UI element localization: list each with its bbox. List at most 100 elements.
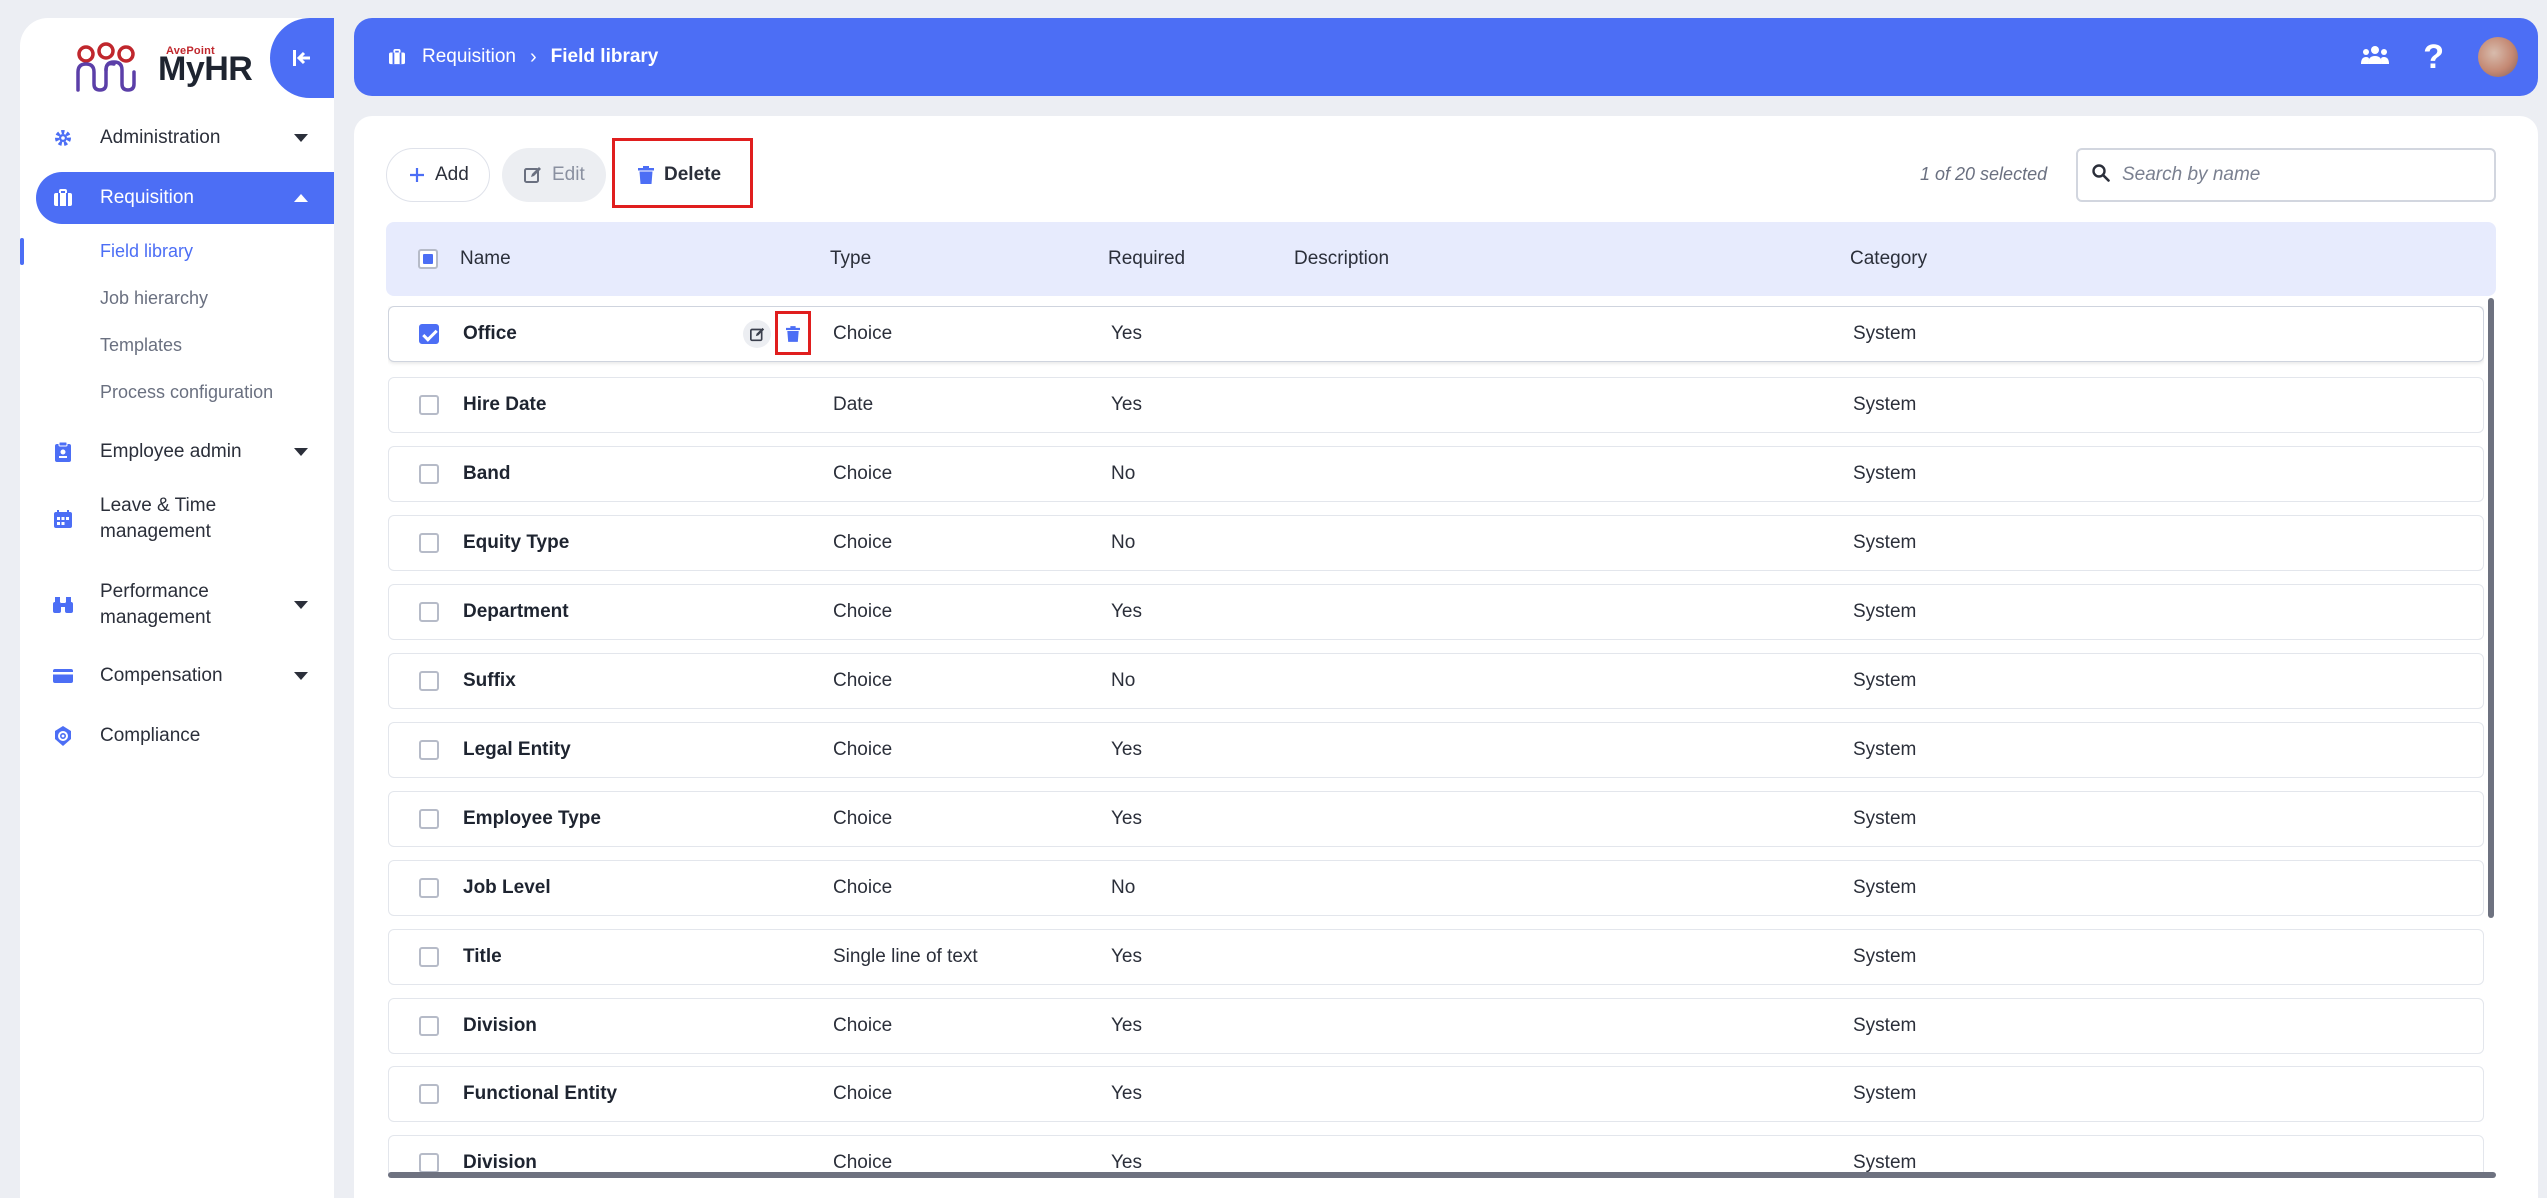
cell-type: Choice	[833, 463, 893, 484]
cell-name: Equity Type	[463, 532, 570, 553]
column-header-description[interactable]: Description	[1294, 222, 1389, 296]
search-box[interactable]	[2076, 148, 2496, 202]
cell-category: System	[1853, 670, 1917, 691]
cell-required: Yes	[1111, 1083, 1142, 1104]
edit-button[interactable]: Edit	[502, 148, 606, 202]
brand-logo[interactable]: AvePoint MyHR	[72, 34, 253, 104]
sidebar-item-label: Administration	[100, 127, 221, 148]
row-delete-highlight	[775, 311, 811, 355]
table-row[interactable]: Equity Type Choice No System	[388, 515, 2484, 571]
table-row[interactable]: Suffix Choice No System	[388, 653, 2484, 709]
select-all-checkbox[interactable]	[418, 249, 438, 269]
sidebar-subitem-label: Job hierarchy	[100, 288, 209, 308]
sidebar-subitem-job-hierarchy[interactable]: Job hierarchy	[20, 275, 334, 322]
table-row[interactable]: Division Choice Yes System	[388, 998, 2484, 1054]
sidebar-item-label: Employee admin	[100, 441, 242, 462]
sidebar-item-requisition[interactable]: Requisition	[36, 172, 334, 224]
chevron-down-icon	[294, 134, 308, 142]
cell-name: Office	[463, 323, 517, 344]
team-icon[interactable]	[2361, 45, 2390, 70]
sidebar-subitem-label: Field library	[100, 241, 194, 261]
table-row[interactable]: Band Choice No System	[388, 446, 2484, 502]
row-checkbox[interactable]	[419, 324, 439, 344]
help-icon[interactable]: ?	[2423, 40, 2444, 74]
cell-required: No	[1111, 670, 1136, 691]
plus-icon	[409, 167, 425, 183]
breadcrumb-field-library: Field library	[550, 46, 659, 67]
cell-name: Legal Entity	[463, 739, 571, 760]
row-checkbox[interactable]	[419, 395, 439, 415]
row-checkbox[interactable]	[419, 1016, 439, 1036]
row-checkbox[interactable]	[419, 602, 439, 622]
edit-icon	[749, 327, 764, 341]
table-row[interactable]: Hire Date Date Yes System	[388, 377, 2484, 433]
sidebar-item-label: Compensation	[100, 665, 223, 686]
row-checkbox[interactable]	[419, 533, 439, 553]
table-row[interactable]: Division Choice Yes System	[388, 1135, 2484, 1176]
row-checkbox[interactable]	[419, 878, 439, 898]
cell-type: Choice	[833, 739, 893, 760]
row-checkbox[interactable]	[419, 671, 439, 691]
cell-required: Yes	[1111, 808, 1142, 829]
search-input[interactable]	[2122, 164, 2482, 186]
sidebar-subitem-process-configuration[interactable]: Process configuration	[20, 369, 334, 416]
table-row[interactable]: Employee Type Choice Yes System	[388, 791, 2484, 847]
collapse-sidebar-button[interactable]	[270, 18, 334, 98]
briefcase-icon	[52, 187, 74, 209]
sidebar-item-administration[interactable]: Administration	[20, 114, 334, 162]
row-checkbox[interactable]	[419, 1084, 439, 1104]
delete-button-highlight	[612, 138, 753, 208]
search-icon	[2092, 163, 2110, 187]
cell-required: No	[1111, 463, 1136, 484]
cell-category: System	[1853, 1083, 1917, 1104]
cell-required: Yes	[1111, 394, 1142, 415]
add-button-label: Add	[435, 164, 469, 185]
sidebar-item-compensation[interactable]: Compensation	[20, 652, 334, 700]
vertical-scrollbar[interactable]	[2488, 298, 2494, 918]
table-row[interactable]: Legal Entity Choice Yes System	[388, 722, 2484, 778]
cell-type: Choice	[833, 601, 893, 622]
cell-type: Choice	[833, 323, 893, 344]
cell-type: Choice	[833, 1083, 893, 1104]
breadcrumb: Requisition › Field library	[388, 46, 658, 69]
sidebar-item-leave-time[interactable]: Leave & Time management	[20, 476, 334, 562]
chevron-down-icon	[294, 448, 308, 456]
briefcase-icon	[388, 49, 406, 65]
row-checkbox[interactable]	[419, 740, 439, 760]
row-checkbox[interactable]	[419, 947, 439, 967]
table-row[interactable]: Title Single line of text Yes System	[388, 929, 2484, 985]
table-row[interactable]: Department Choice Yes System	[388, 584, 2484, 640]
avatar[interactable]	[2478, 37, 2518, 77]
cell-type: Choice	[833, 1152, 893, 1173]
table-row[interactable]: Functional Entity Choice Yes System	[388, 1066, 2484, 1122]
row-checkbox[interactable]	[419, 809, 439, 829]
row-checkbox[interactable]	[419, 464, 439, 484]
sidebar: AvePoint MyHR Administration Requisition…	[20, 18, 334, 1198]
cell-required: Yes	[1111, 1015, 1142, 1036]
cell-category: System	[1853, 601, 1917, 622]
horizontal-scrollbar[interactable]	[388, 1172, 2496, 1178]
row-checkbox[interactable]	[419, 1153, 439, 1173]
sidebar-item-compliance[interactable]: Compliance	[20, 712, 334, 760]
column-header-category[interactable]: Category	[1850, 222, 1927, 296]
sidebar-item-employee-admin[interactable]: Employee admin	[20, 428, 334, 476]
cell-name: Band	[463, 463, 511, 484]
add-button[interactable]: Add	[386, 148, 490, 202]
column-header-type[interactable]: Type	[830, 222, 871, 296]
row-edit-button[interactable]	[743, 320, 771, 348]
column-header-name[interactable]: Name	[460, 222, 511, 296]
cell-required: No	[1111, 877, 1136, 898]
binoculars-icon	[52, 594, 74, 616]
brand-company: AvePoint	[166, 44, 215, 57]
breadcrumb-requisition[interactable]: Requisition	[422, 46, 516, 68]
sidebar-item-performance[interactable]: Performance management	[20, 562, 334, 648]
cell-category: System	[1853, 739, 1917, 760]
column-header-required[interactable]: Required	[1108, 222, 1185, 296]
sidebar-subitem-templates[interactable]: Templates	[20, 322, 334, 369]
table-row[interactable]: Job Level Choice No System	[388, 860, 2484, 916]
cell-required: No	[1111, 532, 1136, 553]
table-row[interactable]: Office Choice Yes System	[388, 306, 2484, 362]
clipboard-icon	[52, 441, 74, 463]
collapse-left-icon	[293, 50, 310, 66]
sidebar-subitem-field-library[interactable]: Field library	[20, 228, 334, 275]
